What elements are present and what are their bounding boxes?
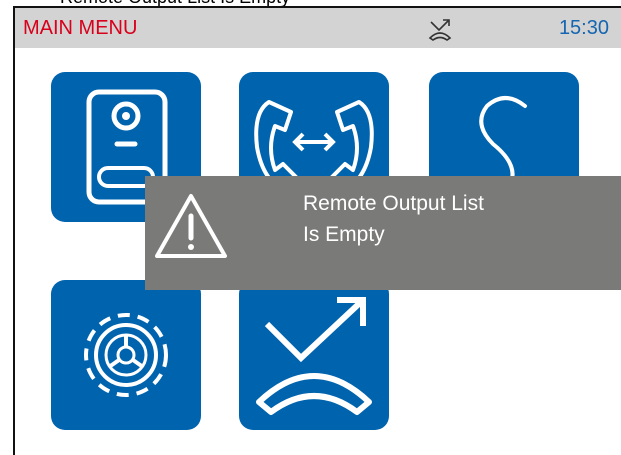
tile-call-forward[interactable] [239, 280, 389, 430]
call-forward-icon [256, 297, 372, 415]
dialog-line-1: Remote Output List [303, 192, 484, 215]
clock: 15:30 [558, 17, 609, 39]
warning-dialog: Remote Output List Is Empty [145, 176, 621, 290]
page-title: MAIN MENU [23, 17, 138, 39]
warning-icon [155, 194, 227, 258]
dialog-message: Remote Output List Is Empty [303, 188, 484, 250]
call-forward-status-icon [425, 13, 455, 43]
dialog-line-2: Is Empty [303, 223, 385, 246]
device-screen: MAIN MENU 15:30 Remote Output List Is Em… [13, 6, 621, 455]
tile-settings[interactable] [51, 280, 201, 430]
status-bar: MAIN MENU 15:30 [15, 8, 621, 48]
settings-gear-icon [84, 313, 168, 397]
